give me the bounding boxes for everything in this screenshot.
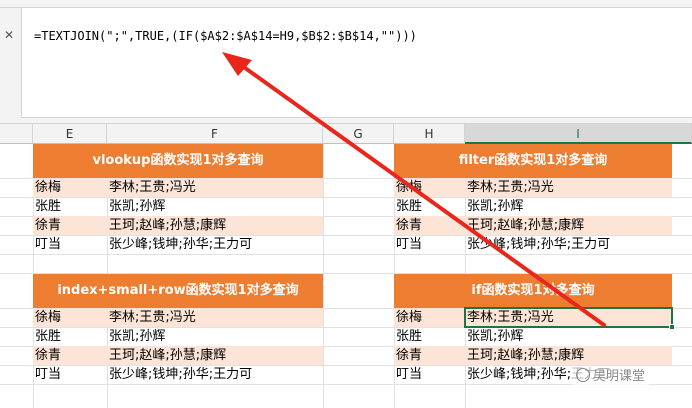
table-row[interactable]: 张胜 张凯;孙辉: [394, 197, 672, 216]
row-values: 王珂;赵峰;孙慧;康辉: [109, 348, 227, 363]
table-title: if函数实现1对多查询: [394, 274, 672, 308]
row-values: 李林;王贵;冯光: [467, 180, 554, 195]
table-row[interactable]: 徐梅 李林;王贵;冯光: [33, 178, 323, 197]
row-name: 叮当: [35, 367, 62, 382]
row-name: 徐梅: [35, 180, 62, 195]
row-values: 王珂;赵峰;孙慧;康辉: [467, 218, 585, 233]
table-row[interactable]: 徐青 王珂;赵峰;孙慧;康辉: [394, 216, 672, 235]
row-name: 叮当: [396, 367, 423, 382]
row-values: 李林;王贵;冯光: [109, 310, 196, 325]
column-header-partial[interactable]: [0, 124, 33, 144]
table-index-small-row: index+small+row函数实现1对多查询 徐梅 李林;王贵;冯光 张胜 …: [33, 274, 323, 384]
table-title: vlookup函数实现1对多查询: [33, 144, 323, 178]
table-row[interactable]: 叮当 张少峰;钱坤;孙华;王力可: [394, 235, 672, 254]
row-name: 徐青: [35, 218, 62, 233]
table-row[interactable]: 徐梅 李林;王贵;冯光: [394, 178, 672, 197]
column-header-f[interactable]: F: [107, 124, 323, 144]
row-name: 徐梅: [35, 310, 62, 325]
wechat-icon: [576, 368, 590, 382]
close-icon[interactable]: ✕: [4, 28, 14, 42]
fill-handle[interactable]: [669, 324, 675, 330]
table-title: filter函数实现1对多查询: [394, 144, 672, 178]
row-values: 张凯;孙辉: [109, 199, 166, 214]
column-header-i[interactable]: I: [465, 124, 692, 144]
row-name: 徐梅: [396, 310, 423, 325]
row-values: 王珂;赵峰;孙慧;康辉: [109, 218, 227, 233]
table-row[interactable]: 叮当 张少峰;钱坤;孙华;王力可: [33, 235, 323, 254]
row-name: 张胜: [35, 329, 62, 344]
row-values: 张少峰;钱坤;孙华;王力可: [109, 367, 253, 382]
table-row[interactable]: 张胜 张凯;孙辉: [33, 327, 323, 346]
active-cell-selection[interactable]: [464, 307, 675, 330]
column-header-e[interactable]: E: [33, 124, 107, 144]
row-values: 张凯;孙辉: [109, 329, 166, 344]
table-title: index+small+row函数实现1对多查询: [33, 274, 323, 308]
table-row[interactable]: 叮当 张少峰;钱坤;孙华;王力可: [33, 365, 323, 384]
table-row[interactable]: 张胜 张凯;孙辉: [33, 197, 323, 216]
table-row[interactable]: 徐青 王珂;赵峰;孙慧;康辉: [394, 346, 672, 365]
table-vlookup: vlookup函数实现1对多查询 徐梅 李林;王贵;冯光 张胜 张凯;孙辉 徐青…: [33, 144, 323, 254]
row-values: 李林;王贵;冯光: [109, 180, 196, 195]
row-name: 徐青: [396, 218, 423, 233]
row-name: 徐青: [35, 348, 62, 363]
row-values: 张凯;孙辉: [467, 329, 524, 344]
column-header-h[interactable]: H: [394, 124, 465, 144]
row-name: 叮当: [35, 237, 62, 252]
row-name: 徐青: [396, 348, 423, 363]
row-name: 徐梅: [396, 180, 423, 195]
formula-bar[interactable]: =TEXTJOIN(";",TRUE,(IF($A$2:$A$14=H9,$B$…: [22, 8, 692, 118]
row-values: 张少峰;钱坤;孙华;王力可: [109, 237, 253, 252]
table-row[interactable]: 徐梅 李林;王贵;冯光: [33, 308, 323, 327]
formula-bar-side: ✕: [0, 8, 22, 118]
row-values: 张少峰;钱坤;孙华;王力可: [467, 237, 611, 252]
row-name: 张胜: [35, 199, 62, 214]
row-name: 张胜: [396, 199, 423, 214]
column-header-g[interactable]: G: [323, 124, 394, 144]
watermark: 吴明课堂: [572, 366, 650, 388]
ribbon-strip: [0, 0, 692, 8]
table-row[interactable]: 张胜 张凯;孙辉: [394, 327, 672, 346]
row-values: 张凯;孙辉: [467, 199, 524, 214]
table-row[interactable]: 徐青 王珂;赵峰;孙慧;康辉: [33, 346, 323, 365]
watermark-text: 吴明课堂: [593, 369, 646, 384]
row-name: 张胜: [396, 329, 423, 344]
table-filter: filter函数实现1对多查询 徐梅 李林;王贵;冯光 张胜 张凯;孙辉 徐青 …: [394, 144, 672, 254]
table-row[interactable]: 徐青 王珂;赵峰;孙慧;康辉: [33, 216, 323, 235]
formula-text[interactable]: =TEXTJOIN(";",TRUE,(IF($A$2:$A$14=H9,$B$…: [34, 29, 417, 43]
row-values: 王珂;赵峰;孙慧;康辉: [467, 348, 585, 363]
row-name: 叮当: [396, 237, 423, 252]
